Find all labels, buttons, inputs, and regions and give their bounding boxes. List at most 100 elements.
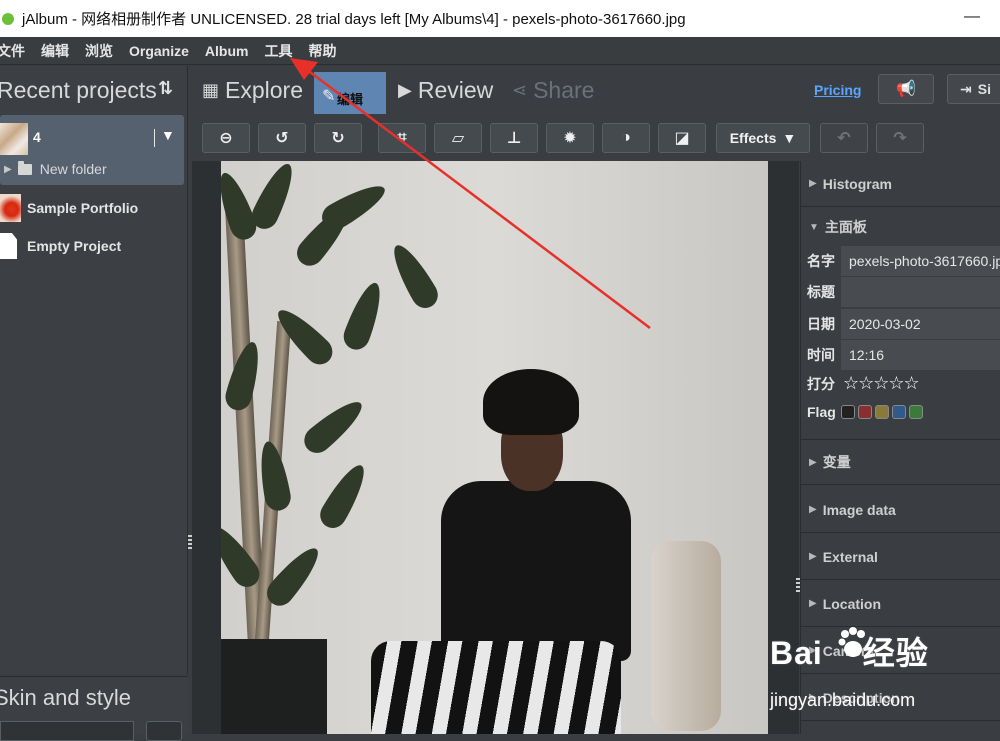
section-location[interactable]: ▶ Location [801, 581, 1000, 627]
contrast-button[interactable]: ◑ [602, 123, 650, 153]
brightness-button[interactable]: ✹ [546, 123, 594, 153]
menu-view[interactable]: 浏览 [85, 41, 113, 61]
redo-button[interactable]: ↷ [876, 123, 924, 153]
subfolder-row[interactable]: ▶ New folder [0, 159, 107, 179]
chair [651, 541, 721, 731]
megaphone-icon: 📢 [896, 81, 916, 98]
time-field[interactable]: 12:16 [841, 339, 1000, 370]
rotate-right-button[interactable]: ↻ [314, 123, 362, 153]
undo-button[interactable]: ↶ [820, 123, 868, 153]
menu-edit[interactable]: 编辑 [41, 41, 69, 61]
expand-triangle-icon: ▶ [809, 551, 817, 562]
image-viewer[interactable] [192, 161, 799, 734]
name-field[interactable]: pexels-photo-3617660.jpg [841, 245, 1000, 276]
flag-swatch[interactable] [875, 404, 889, 419]
menu-organize[interactable]: Organize [129, 43, 189, 59]
plant-leaf [298, 393, 370, 459]
chevron-down-icon[interactable]: ▼ [161, 127, 175, 143]
watermark-brand: Bai [770, 635, 823, 671]
current-project-name: 4 [33, 129, 41, 145]
edit-toolbar: ⊖ ↺ ↻ ⌗ ▱ ⊥ ✹ ◑ ◪ Effects ▼ ↶ ↷ [192, 115, 1000, 161]
folder-icon [17, 160, 32, 175]
section-main-panel[interactable]: ▼ 主面板 [801, 209, 1000, 245]
grid-icon: ▦ [202, 79, 220, 100]
flag-swatch[interactable] [909, 404, 923, 419]
announcement-button[interactable]: 📢 [878, 74, 934, 104]
field-date: 日期 2020-03-02 [801, 308, 1000, 339]
window-title: jAlbum - 网络相册制作者 UNLICENSED. 28 trial da… [22, 11, 686, 28]
skin-settings-button[interactable] [146, 721, 182, 741]
minimize-button[interactable]: — [964, 8, 980, 26]
undo-icon: ↶ [837, 130, 851, 147]
title-field[interactable] [841, 276, 1000, 307]
level-button[interactable]: ⊥ [490, 123, 538, 153]
project-item-empty-project[interactable]: Empty Project [0, 231, 121, 261]
section-location-label: Location [822, 595, 882, 612]
expand-triangle-icon: ▶ [809, 456, 817, 468]
current-project[interactable]: 4 ▼ ▶ New folder [0, 115, 184, 185]
sort-icon[interactable]: ⇅ [158, 78, 173, 99]
section-image-data-label: Image data [822, 501, 896, 518]
rotate-left-icon: ↺ [275, 130, 289, 147]
expand-triangle-icon[interactable]: ▶ [4, 164, 12, 175]
field-rating: 打分 ☆☆☆☆☆ [801, 368, 1000, 399]
section-variables[interactable]: ▶ 变量 [801, 439, 1000, 485]
tab-edit[interactable]: ✎ 编辑 [314, 72, 386, 114]
tab-edit-label: 编辑 [336, 92, 363, 107]
expand-triangle-icon: ▶ [809, 504, 817, 515]
skin-style-title: Skin and style [0, 685, 131, 710]
date-field[interactable]: 2020-03-02 [841, 308, 1000, 339]
sign-in-button[interactable]: ⇥ Si [947, 74, 1000, 104]
tab-explore-label: Explore [225, 76, 303, 103]
project-item-sample-portfolio[interactable]: Sample Portfolio [0, 193, 138, 223]
section-histogram-label: Histogram [822, 175, 892, 192]
tab-share[interactable]: ⋖ Share [512, 66, 594, 114]
field-rating-label: 打分 [807, 375, 835, 392]
section-external-label: External [822, 548, 878, 565]
tab-share-label: Share [533, 76, 595, 103]
exposure-icon: ◪ [674, 130, 690, 147]
rotate-left-button[interactable]: ↺ [258, 123, 306, 153]
section-external[interactable]: ▶ External [801, 534, 1000, 580]
play-icon: ▶ [398, 79, 412, 100]
skin-select[interactable] [0, 721, 134, 741]
skin-style-panel: Skin and style [0, 676, 188, 741]
portfolio-thumbnail [0, 194, 21, 222]
straighten-button[interactable]: ▱ [434, 123, 482, 153]
pencil-icon: ✎ [322, 88, 336, 105]
plant-leaf [315, 459, 373, 533]
flag-swatch[interactable] [841, 404, 855, 419]
crop-icon: ⌗ [397, 129, 407, 146]
recent-projects-panel: Recent projects ⇅ 4 ▼ ▶ New folder Sampl… [0, 66, 188, 674]
section-variables-label: 变量 [822, 454, 851, 470]
menu-tools[interactable]: 工具 [264, 41, 292, 61]
straighten-icon: ▱ [451, 130, 465, 147]
flag-swatch[interactable] [892, 404, 906, 419]
rating-stars[interactable]: ☆☆☆☆☆ [843, 373, 920, 394]
exposure-button[interactable]: ◪ [658, 123, 706, 153]
plant-pot [221, 639, 327, 734]
effects-dropdown[interactable]: Effects ▼ [716, 123, 810, 153]
sign-in-label: Si [977, 81, 991, 97]
remove-button[interactable]: ⊖ [202, 123, 250, 153]
rotate-right-icon: ↻ [331, 130, 345, 147]
flag-swatches [841, 404, 926, 419]
menu-album[interactable]: Album [205, 43, 249, 59]
plant-leaf [255, 439, 293, 513]
field-time: 时间 12:16 [801, 339, 1000, 370]
level-icon: ⊥ [506, 130, 522, 147]
plant-leaf [222, 338, 266, 414]
flag-swatch[interactable] [858, 404, 872, 419]
section-image-data[interactable]: ▶ Image data [801, 487, 1000, 533]
menu-file[interactable]: 文件 [0, 41, 25, 61]
expand-triangle-icon: ▶ [809, 178, 817, 189]
pricing-link[interactable]: Pricing [814, 82, 861, 98]
field-name: 名字 pexels-photo-3617660.jpg [801, 245, 1000, 276]
plant-leaf [339, 278, 389, 354]
menu-help[interactable]: 帮助 [308, 41, 336, 61]
baidu-watermark-url: jingyan.baidu.com [770, 690, 916, 710]
tab-explore[interactable]: ▦ Explore [202, 66, 303, 114]
tab-review[interactable]: ▶ Review [398, 66, 493, 114]
crop-button[interactable]: ⌗ [378, 123, 426, 153]
section-histogram[interactable]: ▶ Histogram [801, 161, 1000, 207]
